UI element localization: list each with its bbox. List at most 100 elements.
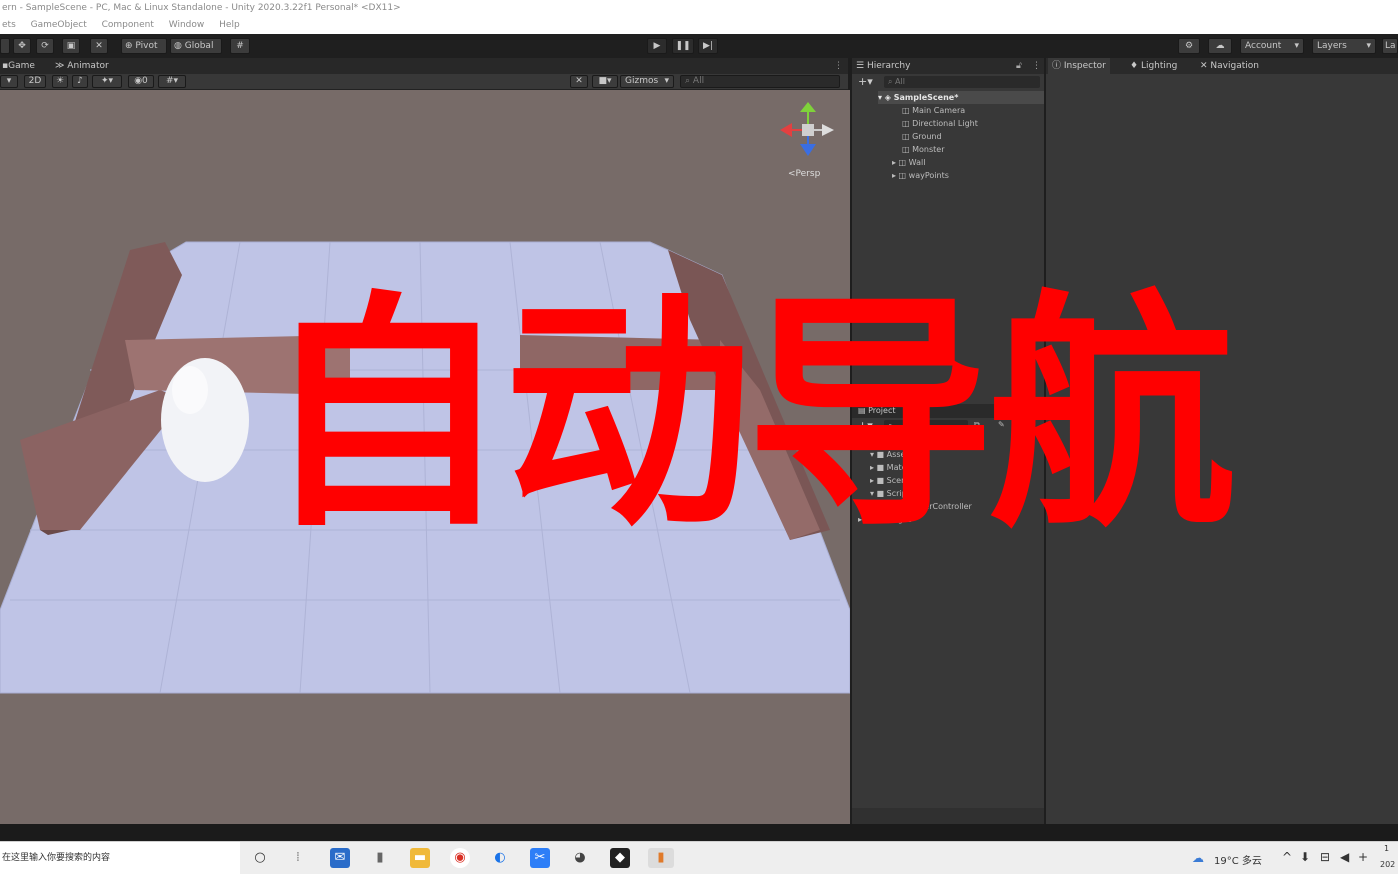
- navigation-icon: ✕: [1200, 61, 1211, 71]
- globe-icon: ◍: [174, 41, 182, 51]
- unity-icon[interactable]: ◆: [610, 848, 630, 868]
- rect-tool-icon[interactable]: ▣: [62, 38, 80, 54]
- search-icon: ⌕: [685, 76, 693, 86]
- pause-button[interactable]: ❚❚: [672, 38, 694, 54]
- collab-icon[interactable]: ⚙: [1178, 38, 1200, 54]
- tab-hierarchy[interactable]: ☰ Hierarchy: [856, 58, 910, 74]
- audio-toggle-icon[interactable]: ♪: [72, 75, 88, 88]
- tab-game-label: Game: [8, 61, 35, 71]
- inspector-tab-bar: ⓘ Inspector ♦ Lighting ✕ Navigation: [1046, 58, 1398, 74]
- global-label: Global: [184, 41, 214, 51]
- grid-snap-icon[interactable]: #: [230, 38, 250, 54]
- camera-dropdown[interactable]: ■▾: [592, 75, 618, 88]
- scene-root-label: SampleScene*: [893, 93, 959, 102]
- chevron-down-icon: ▾: [1366, 41, 1371, 51]
- pivot-toggle-button[interactable]: ⊕ Pivot: [121, 38, 167, 54]
- menu-item-assets[interactable]: ets: [2, 20, 16, 30]
- move-tool-icon[interactable]: ✥: [13, 38, 31, 54]
- chevron-down-icon: ▾: [664, 76, 669, 86]
- more-options-icon[interactable]: ⋮: [1032, 58, 1041, 74]
- lighting-toggle-icon[interactable]: ☀: [52, 75, 68, 88]
- ime-icon[interactable]: +: [1358, 850, 1368, 864]
- main-toolbar: ✥ ⟳ ▣ ✕ ⊕ Pivot ◍ Global # ▶ ❚❚ ▶| ⚙ ☁ A…: [0, 34, 1398, 58]
- taskbar-search-placeholder: 在这里输入你要搜索的内容: [2, 853, 111, 863]
- menu-item-window[interactable]: Window: [169, 20, 205, 30]
- app-icon[interactable]: ▮: [370, 848, 390, 868]
- global-toggle-button[interactable]: ◍ Global: [170, 38, 222, 54]
- persp-label[interactable]: <Persp: [788, 169, 821, 179]
- layers-dropdown[interactable]: Layers ▾: [1312, 38, 1376, 54]
- volume-icon[interactable]: ◀︎: [1340, 850, 1349, 864]
- mode-2d-toggle[interactable]: 2D: [24, 75, 46, 88]
- browser-icon[interactable]: ◐: [490, 848, 510, 868]
- pause-icon: ❚❚: [675, 41, 691, 51]
- effects-dropdown[interactable]: ✦▾: [92, 75, 122, 88]
- network-icon[interactable]: ⊟: [1320, 850, 1330, 864]
- usb-icon[interactable]: ⬇: [1300, 850, 1310, 864]
- list-item[interactable]: ▸ ◫ Wall: [892, 156, 925, 169]
- account-dropdown[interactable]: Account ▾: [1240, 38, 1304, 54]
- lock-icon[interactable]: 🔓︎: [1016, 58, 1022, 74]
- tab-game[interactable]: ▪Game: [0, 58, 35, 74]
- step-icon: ▶|: [703, 41, 713, 51]
- tab-navigation[interactable]: ✕ Navigation: [1196, 58, 1263, 74]
- weather-cloud-icon: ☁: [1192, 851, 1204, 865]
- tab-inspector[interactable]: ⓘ Inspector: [1048, 58, 1110, 74]
- menu-item-help[interactable]: Help: [219, 20, 240, 30]
- list-item[interactable]: ▸ ◫ wayPoints: [892, 169, 949, 182]
- tab-lighting-label: Lighting: [1140, 61, 1178, 71]
- clock-time[interactable]: 1: [1384, 844, 1389, 853]
- file-explorer-icon[interactable]: ▬: [410, 848, 430, 868]
- item-label: wayPoints: [908, 171, 949, 180]
- item-label: Directional Light: [912, 119, 978, 128]
- shading-mode-dropdown[interactable]: ▾: [0, 75, 18, 88]
- orientation-gizmo[interactable]: [780, 102, 834, 156]
- list-item[interactable]: ◫ Main Camera: [902, 104, 965, 117]
- gizmos-dropdown[interactable]: Gizmos ▾: [620, 75, 674, 88]
- gameobject-icon: ◫: [902, 106, 913, 115]
- mode-2d-label: 2D: [28, 76, 42, 86]
- scene-search-placeholder: All: [692, 76, 705, 86]
- menu-item-gameobject[interactable]: GameObject: [31, 20, 87, 30]
- tab-lighting[interactable]: ♦ Lighting: [1126, 58, 1181, 74]
- app-dark-icon[interactable]: ◕: [570, 848, 590, 868]
- list-item[interactable]: ◫ Directional Light: [902, 117, 978, 130]
- tab-hierarchy-label: Hierarchy: [866, 61, 911, 71]
- menu-item-component[interactable]: Component: [102, 20, 154, 30]
- scene-search-input[interactable]: ⌕ All: [680, 75, 840, 88]
- cloud-icon[interactable]: ☁: [1208, 38, 1232, 54]
- pivot-label: Pivot: [135, 41, 158, 51]
- tray-chevron-icon[interactable]: ^: [1282, 850, 1292, 864]
- monster-capsule: [161, 358, 249, 482]
- transform-tool-icon[interactable]: ✕: [90, 38, 108, 54]
- task-view-icon[interactable]: ○: [250, 848, 270, 868]
- hand-tool-icon[interactable]: [0, 38, 10, 54]
- list-item[interactable]: ◫ Ground: [902, 130, 942, 143]
- create-plus-icon[interactable]: +▾: [858, 75, 873, 88]
- mail-icon[interactable]: ✉: [330, 848, 350, 868]
- step-button[interactable]: ▶|: [698, 38, 718, 54]
- taskbar-search-box[interactable]: 在这里输入你要搜索的内容: [0, 842, 240, 874]
- more-options-icon[interactable]: ⋮: [834, 58, 843, 74]
- app-blue-icon[interactable]: ✂: [530, 848, 550, 868]
- tab-animator[interactable]: ≫ Animator: [55, 58, 109, 74]
- search-icon: ⌕: [888, 77, 896, 86]
- layout-dropdown[interactable]: La: [1382, 38, 1398, 54]
- scene-root-item[interactable]: ▾ ◈ SampleScene*: [878, 91, 1046, 104]
- active-app-icon[interactable]: ▮: [648, 848, 674, 868]
- account-label: Account: [1245, 41, 1282, 51]
- play-icon: ▶: [653, 41, 661, 51]
- hierarchy-search-input[interactable]: ⌕ All: [884, 76, 1040, 88]
- widgets-icon[interactable]: ⁞: [288, 848, 308, 868]
- play-button[interactable]: ▶: [647, 38, 667, 54]
- grid-dropdown[interactable]: #▾: [158, 75, 186, 88]
- chrome-icon[interactable]: ◉: [450, 848, 470, 868]
- hierarchy-tab-bar: ☰ Hierarchy 🔓︎ ⋮: [852, 58, 1046, 74]
- rotate-tool-icon[interactable]: ⟳: [36, 38, 54, 54]
- hidden-objects-toggle[interactable]: ◉0: [128, 75, 154, 88]
- tools-icon[interactable]: ✕: [570, 75, 588, 88]
- unity-editor-window: ern - SampleScene - PC, Mac & Linux Stan…: [0, 0, 1398, 874]
- clock-date[interactable]: 202: [1380, 860, 1395, 869]
- list-item[interactable]: ◫ Monster: [902, 143, 945, 156]
- weather-text[interactable]: 19°C 多云: [1214, 852, 1262, 867]
